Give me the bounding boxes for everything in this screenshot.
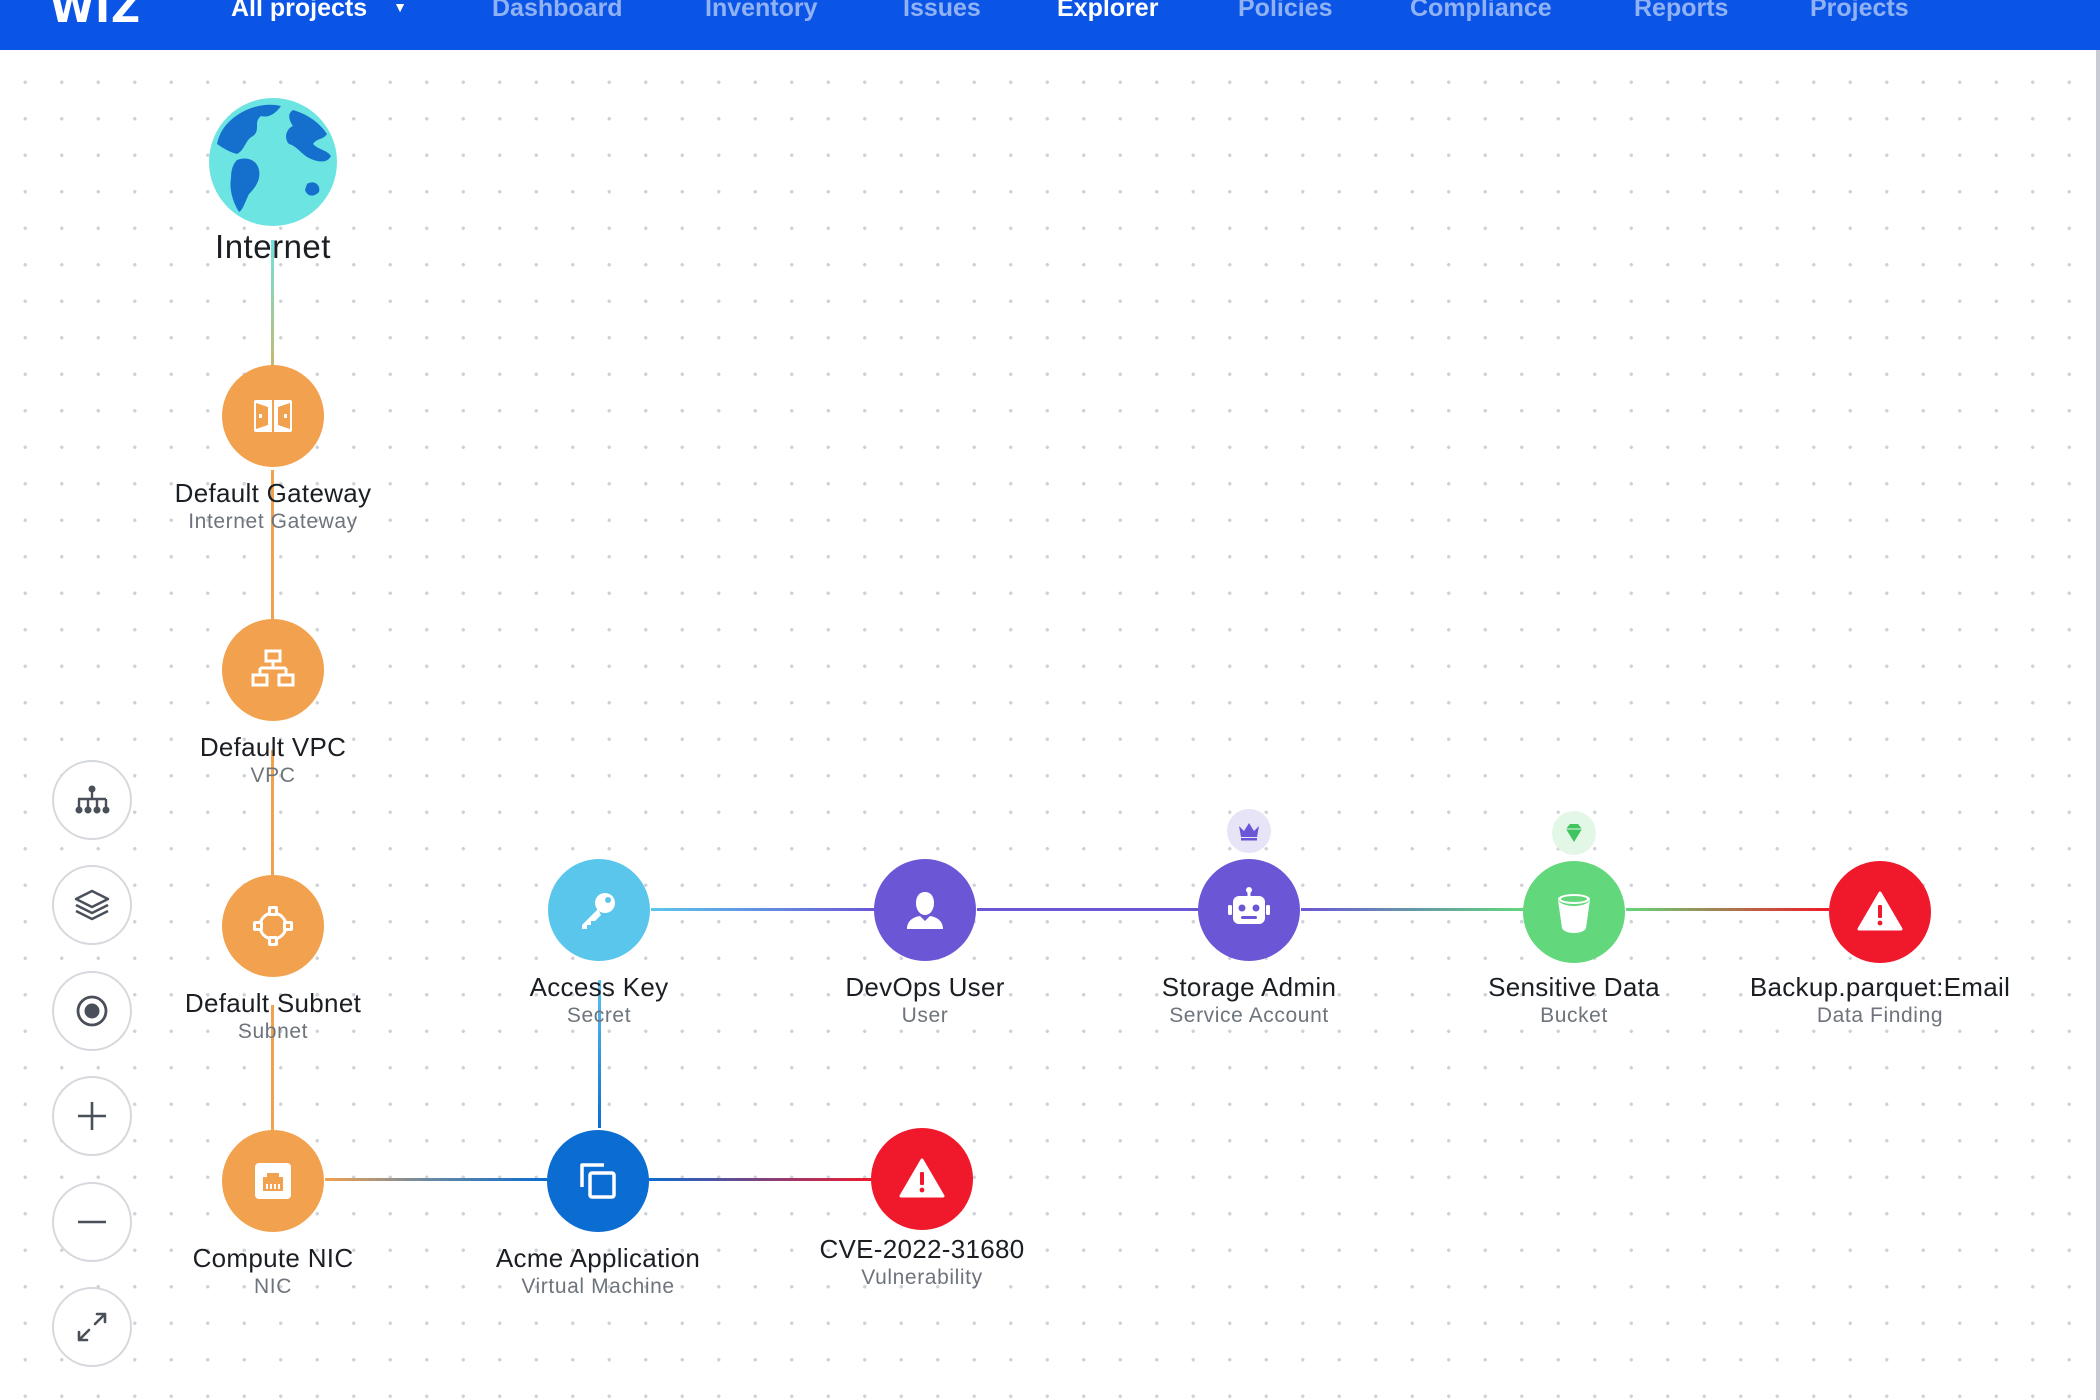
- node-cve-label: CVE-2022-31680: [819, 1234, 1025, 1264]
- layers-button[interactable]: [52, 865, 132, 945]
- edge-vm-cve: [648, 1178, 873, 1181]
- node-backup-finding-type: Data Finding: [1816, 1004, 1944, 1027]
- warning-icon: [1857, 891, 1903, 931]
- node-default-vpc-label: Default VPC: [199, 732, 347, 762]
- expand-arrows-icon: [77, 1312, 107, 1342]
- edge-user-service-account: [977, 908, 1199, 911]
- ethernet-port-icon: [255, 1163, 291, 1199]
- nav-reports[interactable]: Reports: [1634, 0, 1728, 23]
- edge-bucket-finding: [1626, 908, 1829, 911]
- layers-icon: [74, 889, 110, 921]
- subnet-icon: [253, 906, 293, 946]
- minus-icon: [78, 1220, 106, 1224]
- node-cve-type: Vulnerability: [861, 1266, 983, 1289]
- nav-dashboard[interactable]: Dashboard: [492, 0, 623, 23]
- crown-icon: [1227, 809, 1271, 853]
- caret-down-icon: ▼: [393, 0, 408, 15]
- node-default-subnet-circle[interactable]: [222, 875, 324, 977]
- panel-divider: [2096, 50, 2100, 1400]
- node-default-gateway-type: Internet Gateway: [188, 510, 358, 533]
- warning-icon: [899, 1158, 945, 1198]
- hierarchy-layout-button[interactable]: [52, 760, 132, 840]
- focus-button[interactable]: [52, 971, 132, 1051]
- zoom-out-button[interactable]: [52, 1182, 132, 1262]
- node-acme-application-circle[interactable]: [547, 1130, 649, 1232]
- globe-icon: [209, 98, 337, 226]
- virtual-machine-icon: [580, 1163, 616, 1199]
- node-internet-label: Internet: [215, 228, 331, 265]
- user-icon: [907, 892, 943, 929]
- node-storage-admin-circle[interactable]: [1198, 859, 1300, 961]
- wiz-logo[interactable]: WIZ: [50, 0, 141, 32]
- node-compute-nic-circle[interactable]: [222, 1130, 324, 1232]
- node-default-vpc-type: VPC: [250, 764, 296, 787]
- node-default-vpc-circle[interactable]: [222, 619, 324, 721]
- node-backup-finding-label: Backup.parquet:Email: [1749, 972, 2011, 1002]
- gem-icon: [1552, 811, 1596, 855]
- nav-issues[interactable]: Issues: [903, 0, 981, 23]
- nav-policies[interactable]: Policies: [1238, 0, 1333, 23]
- security-graph-canvas[interactable]: Internet Default Gateway Internet Gatewa…: [0, 50, 2096, 1400]
- robot-icon: [1228, 887, 1270, 924]
- zoom-in-button[interactable]: [52, 1076, 132, 1156]
- nav-inventory[interactable]: Inventory: [705, 0, 818, 23]
- node-devops-user-circle[interactable]: [874, 859, 976, 961]
- hierarchy-icon: [75, 785, 110, 814]
- node-default-gateway-label: Default Gateway: [174, 478, 372, 508]
- nav-compliance[interactable]: Compliance: [1410, 0, 1552, 23]
- key-icon: [582, 893, 615, 929]
- nav-projects[interactable]: Projects: [1810, 0, 1909, 23]
- focus-target-icon: [76, 995, 108, 1027]
- bucket-icon: [1558, 894, 1590, 933]
- gateway-icon: [254, 400, 292, 432]
- node-sensitive-data-circle[interactable]: [1523, 861, 1625, 963]
- node-default-gateway-circle[interactable]: [222, 365, 324, 467]
- node-access-key-circle[interactable]: [548, 859, 650, 961]
- node-backup-finding-circle[interactable]: [1829, 861, 1931, 963]
- project-selector-label: All projects: [231, 0, 368, 22]
- project-selector[interactable]: All projects ▼: [231, 0, 407, 23]
- network-topology-icon: [251, 649, 295, 687]
- edge-nic-vm: [325, 1178, 547, 1181]
- fit-to-screen-button[interactable]: [52, 1287, 132, 1367]
- edge-access-key-user: [651, 908, 875, 911]
- nav-explorer[interactable]: Explorer: [1057, 0, 1158, 23]
- node-cve-circle[interactable]: [871, 1128, 973, 1230]
- top-navigation-bar: WIZ All projects ▼ Dashboard Inventory Is…: [0, 0, 2100, 50]
- plus-icon: [78, 1102, 106, 1130]
- edge-service-account-bucket: [1301, 908, 1524, 911]
